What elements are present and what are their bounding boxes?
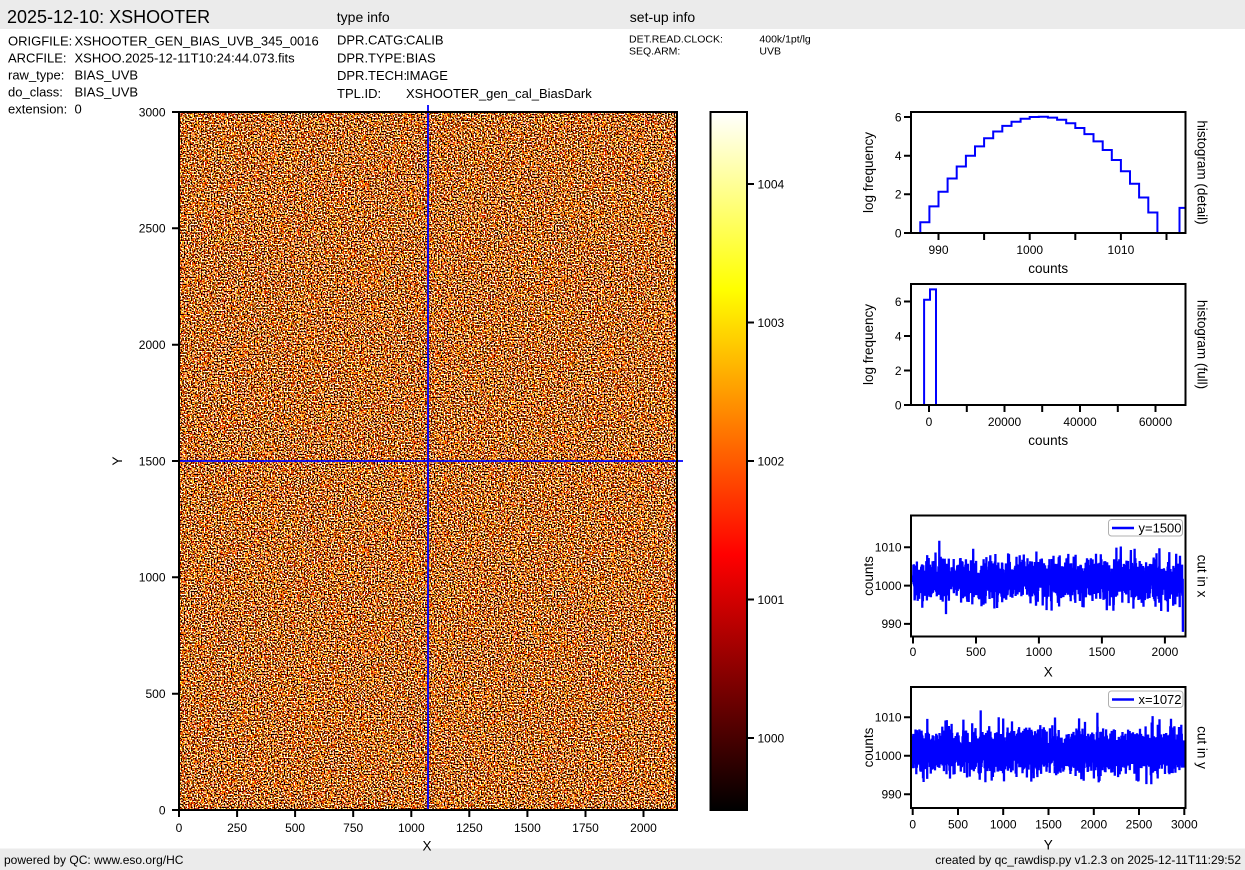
svg-text:XSHOOTER_gen_cal_BiasDark: XSHOOTER_gen_cal_BiasDark <box>406 86 592 101</box>
svg-text:0: 0 <box>159 803 166 817</box>
svg-text:1010: 1010 <box>1108 243 1135 257</box>
svg-text:raw_type:: raw_type: <box>8 68 64 83</box>
svg-text:1000: 1000 <box>875 749 902 763</box>
svg-text:CALIB: CALIB <box>406 33 444 48</box>
svg-text:990: 990 <box>928 243 948 257</box>
svg-text:1000: 1000 <box>1026 645 1053 659</box>
svg-text:ARCFILE:: ARCFILE: <box>8 51 67 66</box>
svg-text:1000: 1000 <box>398 821 425 835</box>
svg-text:6: 6 <box>895 295 902 309</box>
svg-text:2500: 2500 <box>139 222 166 236</box>
svg-text:ORIGFILE:: ORIGFILE: <box>8 34 72 49</box>
svg-text:histogram (detail): histogram (detail) <box>1195 120 1210 224</box>
svg-text:250: 250 <box>227 821 247 835</box>
svg-text:powered by QC: www.eso.org/HC: powered by QC: www.eso.org/HC <box>4 853 184 867</box>
svg-text:do_class:: do_class: <box>8 85 63 100</box>
svg-text:0: 0 <box>926 415 933 429</box>
svg-text:cut in y: cut in y <box>1195 726 1210 769</box>
svg-text:XSHOOTER_GEN_BIAS_UVB_345_0016: XSHOOTER_GEN_BIAS_UVB_345_0016 <box>75 34 319 49</box>
svg-text:TPL.ID:: TPL.ID: <box>337 86 381 101</box>
svg-text:1500: 1500 <box>514 821 541 835</box>
svg-text:20000: 20000 <box>988 415 1022 429</box>
svg-text:1000: 1000 <box>875 579 902 593</box>
svg-text:UVB: UVB <box>759 46 781 58</box>
svg-text:2: 2 <box>895 188 902 202</box>
svg-text:DPR.TECH:: DPR.TECH: <box>337 68 407 83</box>
svg-text:990: 990 <box>881 788 901 802</box>
svg-text:log frequency: log frequency <box>861 132 876 213</box>
svg-text:0: 0 <box>176 821 183 835</box>
svg-text:created by qc_rawdisp.py v1.2.: created by qc_rawdisp.py v1.2.3 on 2025-… <box>935 853 1241 867</box>
svg-text:1000: 1000 <box>990 817 1017 831</box>
svg-text:Y: Y <box>110 456 125 465</box>
svg-text:0: 0 <box>895 226 902 240</box>
svg-text:1003: 1003 <box>758 316 785 330</box>
svg-text:SEQ.ARM:: SEQ.ARM: <box>629 46 680 58</box>
svg-text:1250: 1250 <box>456 821 483 835</box>
svg-text:3000: 3000 <box>1171 817 1198 831</box>
svg-text:1000: 1000 <box>758 731 785 745</box>
svg-text:counts: counts <box>1028 261 1068 276</box>
svg-text:0: 0 <box>909 817 916 831</box>
svg-text:3000: 3000 <box>139 105 166 119</box>
svg-text:60000: 60000 <box>1139 415 1173 429</box>
svg-text:Y: Y <box>1044 837 1053 852</box>
svg-text:1010: 1010 <box>875 711 902 725</box>
svg-text:2500: 2500 <box>1126 817 1153 831</box>
svg-text:1750: 1750 <box>572 821 599 835</box>
svg-text:counts: counts <box>1028 433 1068 448</box>
svg-text:X: X <box>1044 664 1053 679</box>
svg-text:BIAS_UVB: BIAS_UVB <box>75 85 139 100</box>
svg-text:DPR.CATG:: DPR.CATG: <box>337 33 407 48</box>
svg-text:1002: 1002 <box>758 454 785 468</box>
svg-text:1500: 1500 <box>1089 645 1116 659</box>
svg-text:0: 0 <box>910 645 917 659</box>
svg-text:1000: 1000 <box>1016 243 1043 257</box>
svg-text:500: 500 <box>145 687 165 701</box>
svg-text:type info: type info <box>337 9 390 25</box>
svg-text:extension:: extension: <box>8 102 67 117</box>
svg-text:990: 990 <box>881 617 901 631</box>
svg-text:1500: 1500 <box>1035 817 1062 831</box>
svg-text:IMAGE: IMAGE <box>406 68 448 83</box>
svg-text:1000: 1000 <box>139 571 166 585</box>
svg-text:DPR.TYPE:: DPR.TYPE: <box>337 50 406 65</box>
svg-text:2000: 2000 <box>139 338 166 352</box>
svg-text:40000: 40000 <box>1063 415 1097 429</box>
svg-text:counts: counts <box>861 727 876 767</box>
svg-text:2000: 2000 <box>630 821 657 835</box>
svg-text:x=1072: x=1072 <box>1139 692 1182 707</box>
svg-text:500: 500 <box>948 817 968 831</box>
svg-text:4: 4 <box>895 329 902 343</box>
svg-text:y=1500: y=1500 <box>1139 520 1182 535</box>
svg-text:XSHOO.2025-12-11T10:24:44.073.: XSHOO.2025-12-11T10:24:44.073.fits <box>75 51 296 66</box>
svg-text:1001: 1001 <box>758 593 785 607</box>
svg-text:4: 4 <box>895 149 902 163</box>
svg-text:BIAS_UVB: BIAS_UVB <box>75 68 139 83</box>
svg-text:log frequency: log frequency <box>861 304 876 385</box>
svg-text:BIAS: BIAS <box>406 50 436 65</box>
svg-text:DET.READ.CLOCK:: DET.READ.CLOCK: <box>629 34 723 46</box>
svg-text:500: 500 <box>285 821 305 835</box>
svg-text:set-up info: set-up info <box>630 9 696 25</box>
svg-text:2000: 2000 <box>1080 817 1107 831</box>
svg-text:2000: 2000 <box>1152 645 1179 659</box>
svg-text:2: 2 <box>895 364 902 378</box>
svg-text:1010: 1010 <box>875 541 902 555</box>
svg-text:histogram (full): histogram (full) <box>1195 300 1210 389</box>
svg-text:400k/1pt/lg: 400k/1pt/lg <box>759 34 811 46</box>
svg-text:0: 0 <box>75 102 82 117</box>
svg-text:2025-12-10: XSHOOTER: 2025-12-10: XSHOOTER <box>7 7 210 27</box>
svg-text:X: X <box>422 838 431 853</box>
svg-text:counts: counts <box>861 556 876 596</box>
svg-text:cut in x: cut in x <box>1195 555 1210 598</box>
svg-text:1004: 1004 <box>758 177 785 191</box>
svg-text:1500: 1500 <box>139 454 166 468</box>
svg-text:500: 500 <box>966 645 986 659</box>
svg-text:6: 6 <box>895 110 902 124</box>
svg-text:0: 0 <box>895 398 902 412</box>
svg-text:750: 750 <box>343 821 363 835</box>
